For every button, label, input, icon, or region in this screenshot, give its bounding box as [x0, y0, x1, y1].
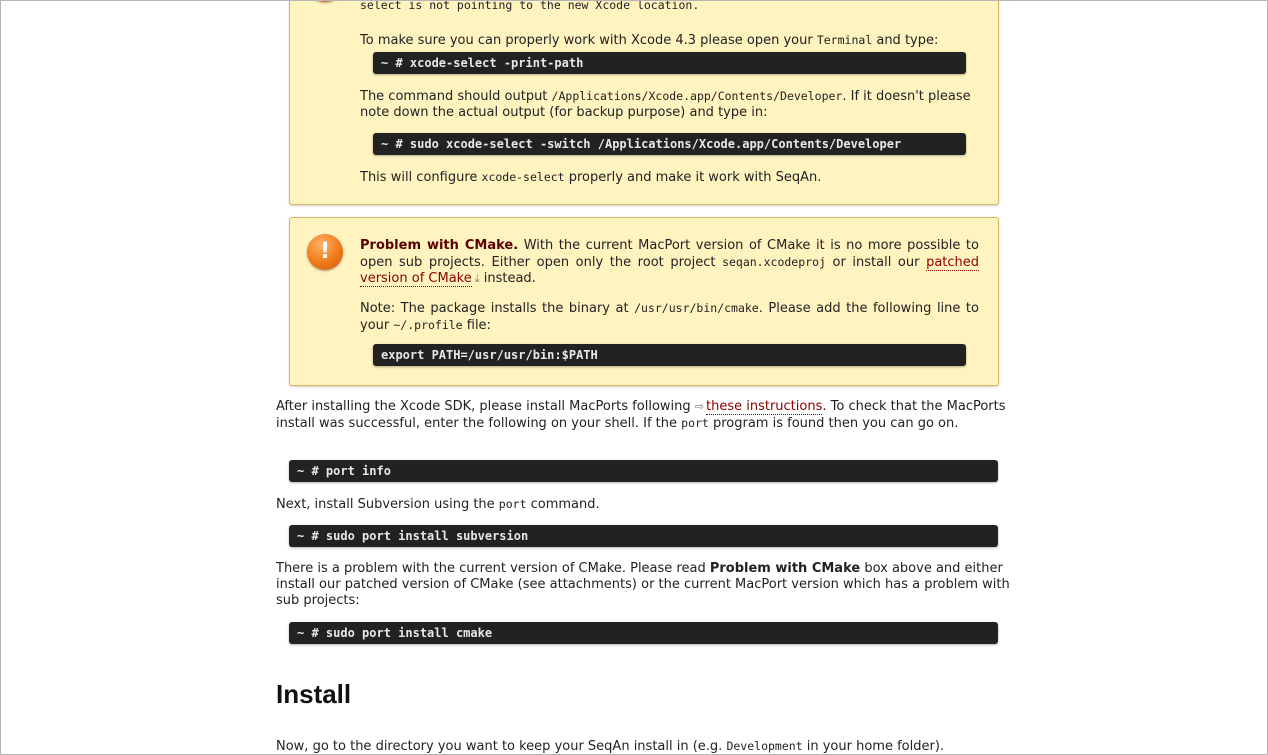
command-xcode-print-path[interactable]: ~ # xcode-select -print-path	[373, 52, 966, 74]
install-heading: Install	[276, 679, 352, 709]
note-cmake-title: Problem with CMake.	[360, 238, 519, 253]
cmake-problem-paragraph: There is a problem with the current vers…	[276, 561, 1010, 608]
note-cmake-para-1: Problem with CMake. With the current Mac…	[360, 238, 980, 287]
command-xcode-switch[interactable]: ~ # sudo xcode-select -switch /Applicati…	[373, 133, 966, 155]
command-port-info[interactable]: ~ # port info	[289, 460, 998, 482]
command-install-subversion[interactable]: ~ # sudo port install subversion	[289, 525, 998, 547]
note-xcode-para-3: This will configure xcode-select properl…	[360, 170, 822, 185]
warning-icon: !	[307, 1, 343, 2]
page-frame: ! select is not pointing to the new Xcod…	[0, 0, 1268, 755]
note-clipped-text: select is not pointing to the new Xcode …	[360, 0, 700, 12]
note-cmake-para-2: Note: The package installs the binary at…	[360, 301, 979, 333]
external-link-icon: ⇨	[694, 400, 704, 413]
command-export-path[interactable]: export PATH=/usr/usr/bin:$PATH	[373, 344, 966, 366]
note-xcode-para-2: The command should output /Applications/…	[360, 89, 971, 120]
macports-paragraph: After installing the Xcode SDK, please i…	[276, 399, 1006, 431]
subversion-paragraph: Next, install Subversion using the port …	[276, 497, 600, 512]
install-paragraph: Now, go to the directory you want to kee…	[276, 739, 945, 754]
macports-instructions-link[interactable]: these instructions	[705, 399, 823, 415]
xcode-note-box: ! select is not pointing to the new Xcod…	[289, 0, 999, 205]
warning-icon: !	[307, 234, 343, 270]
note-xcode-para-1: To make sure you can properly work with …	[360, 33, 939, 48]
cmake-note-box: ! Problem with CMake. With the current M…	[289, 217, 999, 386]
command-install-cmake[interactable]: ~ # sudo port install cmake	[289, 622, 998, 644]
